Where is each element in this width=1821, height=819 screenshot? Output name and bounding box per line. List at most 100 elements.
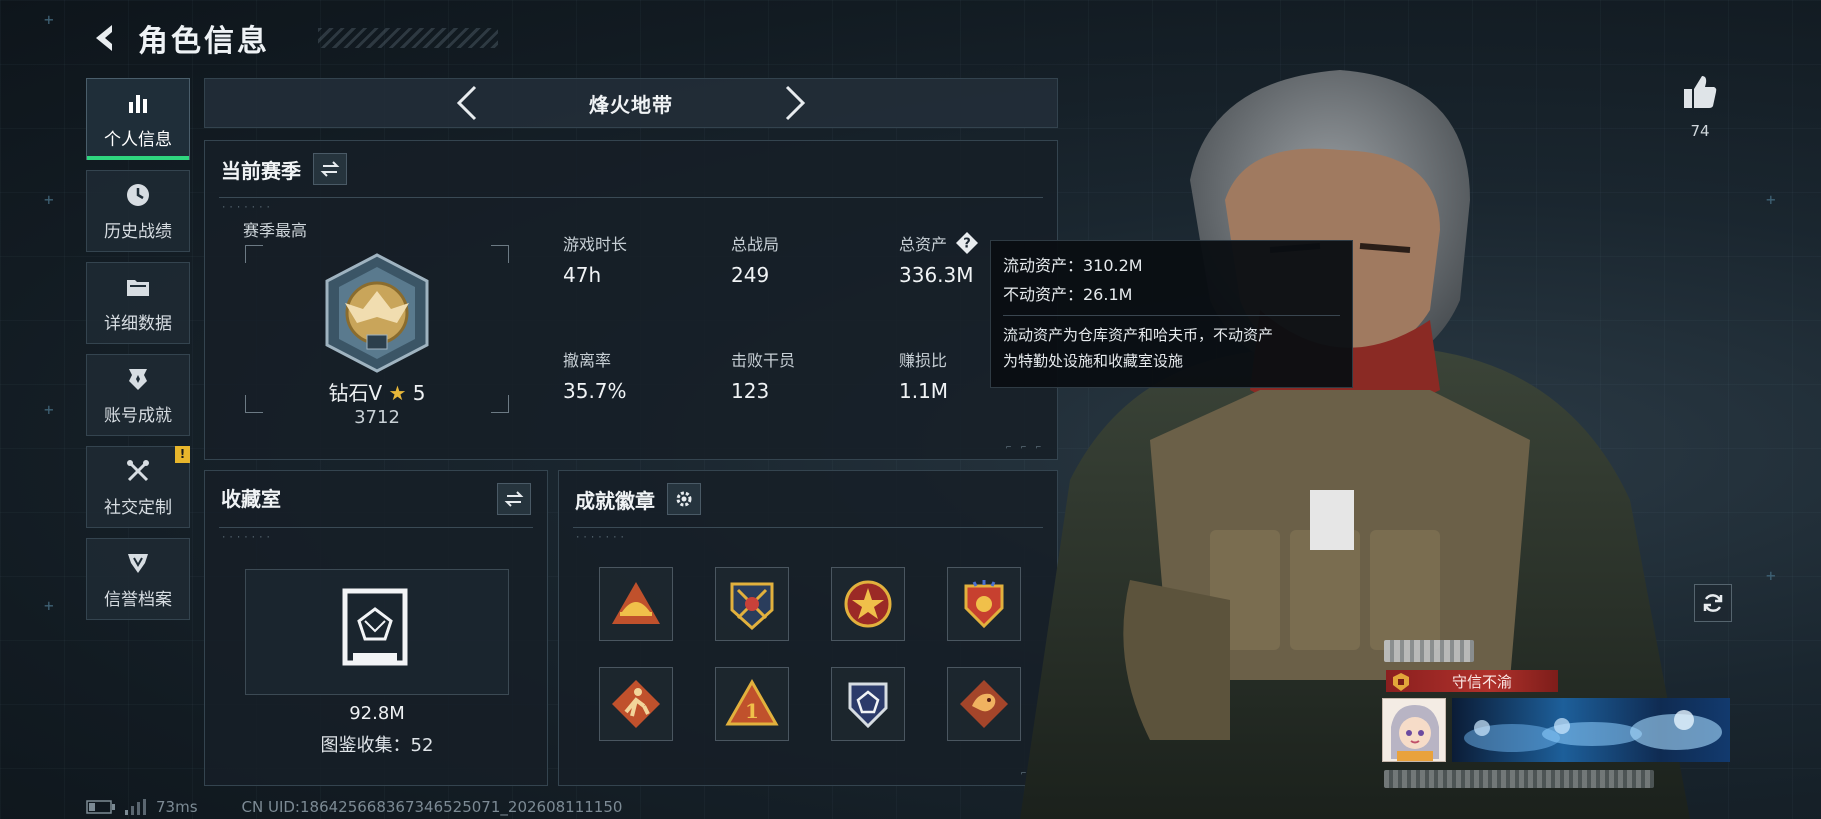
nav-label: 信誉档案 xyxy=(104,589,172,610)
star-medal-badge-icon xyxy=(844,580,892,628)
swap-icon xyxy=(320,161,340,177)
nav-item-match-history[interactable]: 历史战绩 xyxy=(86,170,190,252)
player-title-banner: 守信不渝 xyxy=(1386,670,1558,692)
nav-item-achievements[interactable]: 账号成就 xyxy=(86,354,190,436)
achievements-settings-button[interactable] xyxy=(667,483,701,515)
nav-item-detailed-data[interactable]: 详细数据 xyxy=(86,262,190,344)
folder-icon xyxy=(127,279,149,296)
collection-count: 图鉴收集：52 xyxy=(320,735,434,756)
divider xyxy=(219,527,533,528)
thumbs-up-icon[interactable] xyxy=(1680,72,1720,112)
collection-switch-button[interactable] xyxy=(497,483,531,515)
achievement-badge[interactable]: 1 xyxy=(715,667,789,741)
shield-icon xyxy=(128,553,148,573)
shield-stars-badge-icon xyxy=(964,580,1004,629)
gear-icon xyxy=(676,491,692,507)
rank-score: 3712 xyxy=(354,407,400,428)
runner-badge-icon xyxy=(612,680,660,728)
signal-icon xyxy=(125,799,146,815)
nav-item-personal-info[interactable]: 个人信息 xyxy=(86,78,190,160)
stat-value: 249 xyxy=(731,263,770,287)
stat-total-assets: 总资产 ? 336.3M xyxy=(899,231,979,287)
achievement-badge[interactable] xyxy=(715,567,789,641)
diamond-rank-emblem-icon xyxy=(325,253,429,373)
stat-label: 赚损比 xyxy=(899,351,948,370)
season-title: 当前赛季 xyxy=(221,158,301,183)
season-best-label: 赛季最高 xyxy=(243,221,308,240)
rank-name: 钻石V xyxy=(328,381,383,405)
clock-icon xyxy=(127,183,149,206)
page-title: 角色信息 xyxy=(138,24,270,59)
swap-icon xyxy=(504,491,524,507)
rank-name-line: 钻石V ★ 5 xyxy=(245,377,509,406)
like-count: 74 xyxy=(1690,122,1710,140)
chevron-right-icon[interactable] xyxy=(781,83,809,123)
ping-value: 73ms xyxy=(156,798,198,816)
player-title-text: 守信不渝 xyxy=(1451,673,1512,691)
helmet-badge-icon xyxy=(612,582,660,624)
title-decoration xyxy=(318,28,498,48)
decor-plus: + xyxy=(44,400,54,419)
divider xyxy=(573,527,1043,528)
sidebar-nav: 个人信息 历史战绩 详细数据 账号成就 社交定制 ! 信誉档案 xyxy=(86,78,190,630)
achievement-badge[interactable] xyxy=(831,667,905,741)
bar-chart-icon xyxy=(129,94,147,113)
nav-item-social-customize[interactable]: 社交定制 ! xyxy=(86,446,190,528)
chevron-left-icon[interactable] xyxy=(453,83,481,123)
stat-value: 336.3M xyxy=(899,263,974,287)
stat-kills: 击败干员 123 xyxy=(731,347,795,403)
refresh-icon xyxy=(1703,594,1723,612)
nav-label: 历史战绩 xyxy=(104,221,172,242)
nav-label: 账号成就 xyxy=(104,405,172,426)
achievement-badge[interactable] xyxy=(831,567,905,641)
decor-plus: + xyxy=(44,596,54,615)
rotate-model-button[interactable] xyxy=(1694,584,1732,622)
player-signature-redacted xyxy=(1384,770,1654,788)
stat-label: 总战局 xyxy=(731,235,780,254)
dragon-badge-icon xyxy=(960,680,1008,728)
stat-playtime: 游戏时长 47h xyxy=(563,231,627,287)
tools-icon xyxy=(127,459,149,481)
page-header: 角色信息 xyxy=(88,18,498,59)
trophy-icon xyxy=(129,368,147,390)
achievement-badge[interactable] xyxy=(599,567,673,641)
stat-total-matches: 总战局 249 xyxy=(731,231,779,287)
stat-label: 击败干员 xyxy=(731,351,796,370)
decor-marks: ······· xyxy=(221,203,273,213)
number-one-badge-icon: 1 xyxy=(725,678,779,726)
tooltip-liquid-assets: 流动资产：310.2M xyxy=(1003,256,1143,275)
season-switch-button[interactable] xyxy=(313,153,347,185)
mode-switcher: 烽火地带 xyxy=(204,78,1058,128)
season-panel: 当前赛季 ······· 赛季最高 钻石V ★ 5 3712 游戏时长 47h … xyxy=(204,140,1058,460)
decor-plus: + xyxy=(1766,190,1776,209)
decor-plus: + xyxy=(44,10,54,29)
tooltip-description-line: 为特勤处设施和收藏室设施 xyxy=(1003,352,1184,370)
divider xyxy=(1003,315,1340,316)
achievements-title: 成就徽章 xyxy=(575,488,655,513)
stat-extraction-rate: 撤离率 35.7% xyxy=(563,347,627,403)
gem-shield-badge-icon xyxy=(848,682,888,729)
decor-marks: ······· xyxy=(575,533,627,543)
help-icon[interactable]: ? xyxy=(955,231,979,255)
stat-label: 游戏时长 xyxy=(563,235,628,254)
nav-label: 社交定制 xyxy=(104,497,172,518)
avatar[interactable] xyxy=(1382,698,1446,762)
nav-label: 个人信息 xyxy=(104,129,172,150)
collection-title: 收藏室 xyxy=(221,487,281,511)
profile-banner[interactable] xyxy=(1452,698,1730,762)
rank-stars: 5 xyxy=(412,381,426,405)
nav-item-reputation[interactable]: 信誉档案 xyxy=(86,538,190,620)
tooltip-description-line: 流动资产为仓库资产和哈夫币，不动资产 xyxy=(1003,326,1274,344)
back-arrow-icon[interactable] xyxy=(88,21,122,55)
assets-tooltip: 流动资产：310.2M 不动资产：26.1M 流动资产为仓库资产和哈夫币，不动资… xyxy=(990,240,1353,388)
collection-value: 92.8M xyxy=(349,703,405,724)
decor-plus: + xyxy=(44,190,54,209)
avatar-portrait-icon xyxy=(1383,699,1445,761)
alert-badge: ! xyxy=(175,446,190,463)
achievement-badge[interactable] xyxy=(599,667,673,741)
svg-text:1: 1 xyxy=(745,699,759,723)
stat-value: 47h xyxy=(563,263,602,287)
decor-plus: + xyxy=(1766,566,1776,585)
collection-panel: 收藏室 ······· 92.8M 图鉴收集：52 xyxy=(204,470,548,786)
user-uid: CN UID:1864256683673465250​71_2026081111… xyxy=(241,798,623,816)
